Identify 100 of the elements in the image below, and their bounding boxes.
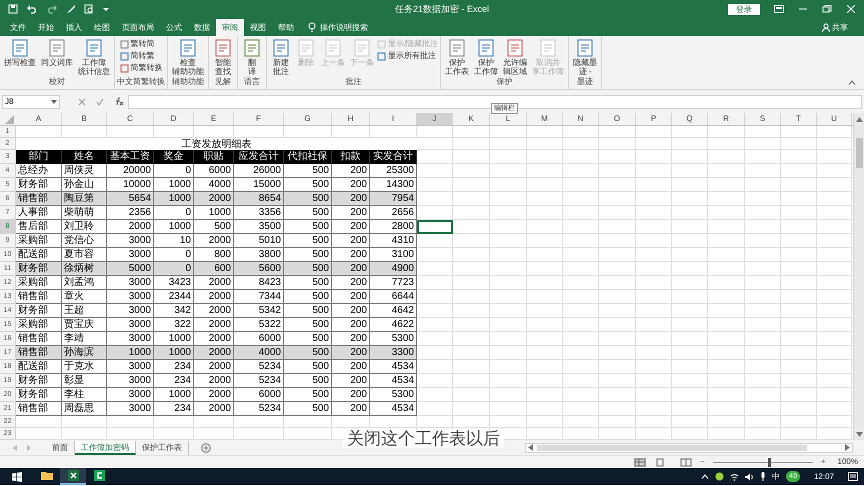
grid-cell[interactable] xyxy=(672,192,708,206)
grid-cell[interactable] xyxy=(745,332,781,346)
grid-cell[interactable] xyxy=(417,290,453,304)
grid-cell[interactable] xyxy=(527,304,563,318)
grid-cell[interactable] xyxy=(636,290,672,304)
grid-cell[interactable] xyxy=(563,220,599,234)
grid-cell[interactable] xyxy=(636,332,672,346)
grid-cell[interactable] xyxy=(490,304,527,318)
grid-cell[interactable] xyxy=(636,126,672,138)
grid-cell[interactable] xyxy=(636,416,672,428)
function-icon[interactable] xyxy=(114,97,124,106)
grid-cell[interactable] xyxy=(745,150,781,164)
column-header[interactable]: N xyxy=(563,113,599,125)
grid-cell[interactable] xyxy=(636,234,672,248)
grid-cell[interactable] xyxy=(527,178,563,192)
grid-cell[interactable] xyxy=(708,192,745,206)
grid-cell[interactable] xyxy=(453,416,490,428)
grid-cell[interactable] xyxy=(817,360,852,374)
ribbon-button[interactable]: 智能 查找 xyxy=(211,38,235,76)
grid-cell[interactable] xyxy=(781,360,817,374)
grid-cell[interactable] xyxy=(599,192,636,206)
grid-cell[interactable] xyxy=(563,138,599,150)
restore-icon[interactable] xyxy=(822,5,832,13)
grid-cell[interactable] xyxy=(708,374,745,388)
ribbon-button[interactable]: 新建 批注 xyxy=(269,38,293,76)
grid-cell[interactable] xyxy=(563,248,599,262)
grid-cell[interactable] xyxy=(708,178,745,192)
grid-cell[interactable] xyxy=(417,402,453,416)
column-header[interactable]: C xyxy=(107,113,154,125)
grid-cell[interactable] xyxy=(817,220,852,234)
grid-cell[interactable] xyxy=(453,290,490,304)
grid-cell[interactable] xyxy=(708,164,745,178)
grid-cell[interactable] xyxy=(527,318,563,332)
scroll-left-icon[interactable] xyxy=(528,444,533,451)
grid-cell[interactable] xyxy=(636,388,672,402)
scroll-down-icon[interactable] xyxy=(856,432,862,437)
grid-cell[interactable] xyxy=(781,374,817,388)
grid-cell[interactable] xyxy=(708,248,745,262)
grid-cell[interactable] xyxy=(817,402,852,416)
grid-cell[interactable] xyxy=(490,318,527,332)
grid-cell[interactable] xyxy=(563,276,599,290)
grid-cell[interactable] xyxy=(817,276,852,290)
grid-cell[interactable] xyxy=(563,164,599,178)
grid-cell[interactable] xyxy=(781,126,817,138)
grid-cell[interactable] xyxy=(563,416,599,428)
ribbon-button[interactable]: 隐藏墨 迹 - xyxy=(571,38,600,76)
grid-cell[interactable] xyxy=(599,304,636,318)
grid-cell[interactable] xyxy=(781,318,817,332)
grid-cell[interactable] xyxy=(599,262,636,276)
ribbon-tab[interactable]: 插入 xyxy=(60,19,88,36)
grid-cell[interactable] xyxy=(781,388,817,402)
grid-cell[interactable] xyxy=(527,346,563,360)
grid-cell[interactable] xyxy=(284,126,332,138)
grid-cell[interactable] xyxy=(636,318,672,332)
grid-cell[interactable] xyxy=(527,126,563,138)
ribbon-button[interactable]: 同义词库 xyxy=(39,38,75,67)
zoom-thumb[interactable] xyxy=(768,458,771,466)
grid-cell[interactable] xyxy=(636,346,672,360)
collapse-ribbon-icon[interactable] xyxy=(848,80,856,85)
column-header[interactable]: J xyxy=(417,113,453,125)
grid-cell[interactable] xyxy=(745,402,781,416)
grid-cell[interactable] xyxy=(490,360,527,374)
grid-cell[interactable] xyxy=(817,150,852,164)
grid-cell[interactable] xyxy=(636,138,672,150)
grid-cell[interactable] xyxy=(636,402,672,416)
chevron-up-icon[interactable] xyxy=(701,474,710,479)
grid-cell[interactable] xyxy=(781,206,817,220)
grid-cell[interactable] xyxy=(599,346,636,360)
grid-cell[interactable] xyxy=(708,402,745,416)
grid-cell[interactable] xyxy=(490,388,527,402)
grid-cell[interactable] xyxy=(490,234,527,248)
grid-cell[interactable] xyxy=(599,150,636,164)
previous-sheet-icon[interactable] xyxy=(12,444,18,450)
grid-cell[interactable] xyxy=(817,388,852,402)
grid-cell[interactable] xyxy=(708,346,745,360)
grid-cell[interactable] xyxy=(745,206,781,220)
grid-cell[interactable] xyxy=(332,416,370,428)
save-icon[interactable] xyxy=(8,4,18,14)
ribbon-button[interactable]: 繁转简 xyxy=(120,39,162,49)
column-header[interactable]: R xyxy=(708,113,745,125)
grid-cell[interactable] xyxy=(817,262,852,276)
ribbon-tab[interactable]: 数据 xyxy=(188,19,216,36)
grid-cell[interactable] xyxy=(745,346,781,360)
grid-cell[interactable] xyxy=(817,346,852,360)
grid-cell[interactable] xyxy=(636,164,672,178)
grid-cell[interactable] xyxy=(563,234,599,248)
grid-cell[interactable] xyxy=(453,206,490,220)
column-header[interactable]: U xyxy=(817,113,852,125)
grid-cell[interactable] xyxy=(817,234,852,248)
grid-cell[interactable] xyxy=(781,220,817,234)
column-header[interactable]: D xyxy=(154,113,194,125)
ribbon-tab[interactable]: 绘图 xyxy=(88,19,116,36)
grid-cell[interactable] xyxy=(453,220,490,234)
grid-cell[interactable] xyxy=(599,290,636,304)
grid-cell[interactable] xyxy=(154,416,194,428)
grid-cell[interactable] xyxy=(490,150,527,164)
column-header[interactable]: G xyxy=(284,113,332,125)
grid-cell[interactable] xyxy=(527,402,563,416)
grid-cell[interactable] xyxy=(417,374,453,388)
column-header[interactable]: K xyxy=(453,113,490,125)
